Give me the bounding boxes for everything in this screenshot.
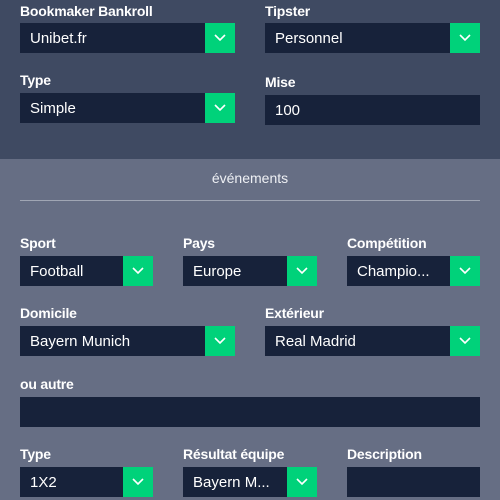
- autre-label: ou autre: [20, 376, 74, 392]
- resultat-label: Résultat équipe: [183, 446, 285, 462]
- autre-input[interactable]: [20, 397, 480, 427]
- mise-label: Mise: [265, 74, 296, 90]
- divider: [20, 200, 480, 201]
- mise-input[interactable]: 100: [265, 95, 480, 125]
- bookmaker-label: Bookmaker Bankroll: [20, 3, 153, 19]
- competition-value: Champio...: [357, 262, 430, 280]
- bet-type-select[interactable]: 1X2: [20, 467, 153, 497]
- bet-type-label: Type: [20, 446, 51, 462]
- chevron-down-icon[interactable]: [287, 256, 317, 286]
- competition-label: Compétition: [347, 235, 427, 251]
- bookmaker-select[interactable]: Unibet.fr: [20, 23, 235, 53]
- pays-label: Pays: [183, 235, 215, 251]
- description-label: Description: [347, 446, 422, 462]
- pays-value: Europe: [193, 262, 242, 280]
- domicile-value: Bayern Munich: [30, 332, 131, 350]
- description-input[interactable]: [347, 467, 480, 497]
- type-label: Type: [20, 72, 51, 88]
- sport-select[interactable]: Football: [20, 256, 153, 286]
- tipster-label: Tipster: [265, 3, 311, 19]
- exterieur-select[interactable]: Real Madrid: [265, 326, 480, 356]
- chevron-down-icon[interactable]: [123, 256, 153, 286]
- chevron-down-icon[interactable]: [450, 326, 480, 356]
- type-value: Simple: [30, 99, 76, 117]
- competition-select[interactable]: Champio...: [347, 256, 480, 286]
- sport-value: Football: [30, 262, 84, 280]
- tipster-value: Personnel: [275, 29, 343, 47]
- bookmaker-value: Unibet.fr: [30, 29, 87, 47]
- chevron-down-icon[interactable]: [205, 326, 235, 356]
- tipster-select[interactable]: Personnel: [265, 23, 480, 53]
- chevron-down-icon[interactable]: [450, 23, 480, 53]
- exterieur-label: Extérieur: [265, 305, 324, 321]
- chevron-down-icon[interactable]: [450, 256, 480, 286]
- chevron-down-icon[interactable]: [205, 23, 235, 53]
- sport-label: Sport: [20, 235, 56, 251]
- resultat-select[interactable]: Bayern M...: [183, 467, 317, 497]
- chevron-down-icon[interactable]: [123, 467, 153, 497]
- events-title: événements: [211, 170, 289, 186]
- exterieur-value: Real Madrid: [275, 332, 356, 350]
- domicile-select[interactable]: Bayern Munich: [20, 326, 235, 356]
- domicile-label: Domicile: [20, 305, 77, 321]
- pays-select[interactable]: Europe: [183, 256, 317, 286]
- resultat-value: Bayern M...: [193, 473, 270, 491]
- chevron-down-icon[interactable]: [287, 467, 317, 497]
- bet-type-value: 1X2: [30, 473, 57, 491]
- type-select[interactable]: Simple: [20, 93, 235, 123]
- chevron-down-icon[interactable]: [205, 93, 235, 123]
- mise-value: 100: [275, 101, 301, 119]
